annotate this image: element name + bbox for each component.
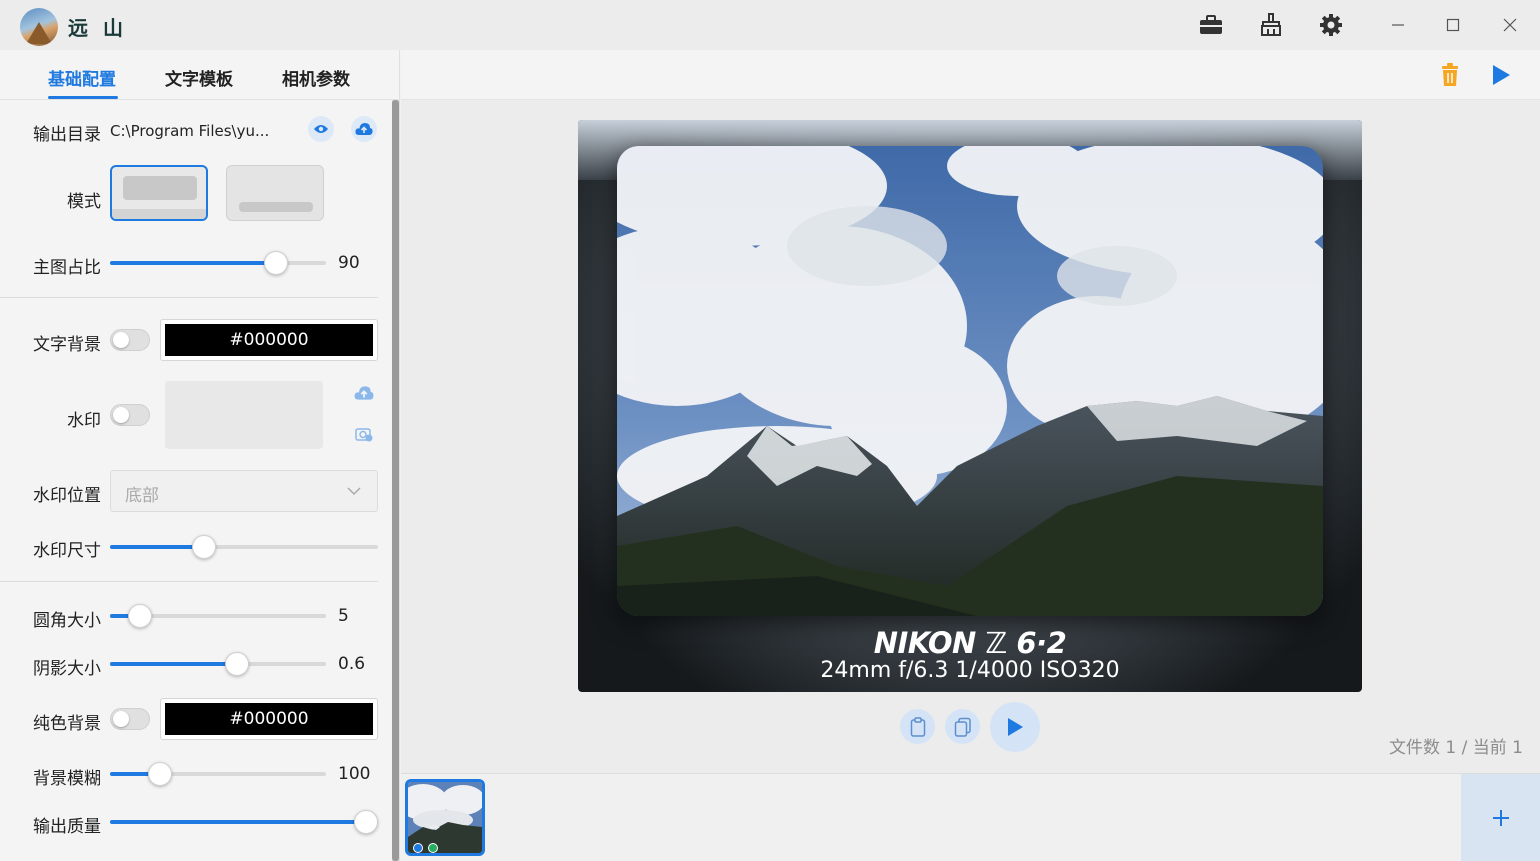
chevron-down-icon xyxy=(347,487,361,496)
watermark-toggle[interactable] xyxy=(110,404,150,426)
toolbox-icon[interactable] xyxy=(1198,12,1224,38)
maximize-button[interactable] xyxy=(1438,10,1468,40)
blur-value: 100 xyxy=(338,764,371,784)
corner-slider[interactable] xyxy=(110,604,326,628)
slider-knob[interactable] xyxy=(191,535,216,559)
slider-knob[interactable] xyxy=(264,251,289,275)
blur-slider[interactable] xyxy=(110,762,326,786)
tab-text-template[interactable]: 文字模板 xyxy=(165,65,233,90)
mode-option-top[interactable] xyxy=(110,165,208,221)
mode-preview-block xyxy=(123,176,197,200)
mode-option-bottom[interactable] xyxy=(226,165,324,221)
mode-label: 模式 xyxy=(67,192,101,212)
main-ratio-slider[interactable] xyxy=(110,251,326,275)
settings-tabs: 基础配置 文字模板 相机参数 xyxy=(0,50,400,100)
camera-settings-icon[interactable] xyxy=(355,426,373,446)
watermark-size-label: 水印尺寸 xyxy=(33,541,101,561)
shadow-slider[interactable] xyxy=(110,652,326,676)
text-bg-toggle[interactable] xyxy=(110,329,150,351)
thumbnail-strip xyxy=(401,773,1540,861)
scrollbar-thumb[interactable] xyxy=(392,100,399,861)
shadow-value: 0.6 xyxy=(338,654,366,674)
add-file-button[interactable] xyxy=(1461,774,1540,861)
watermark-size-slider[interactable] xyxy=(110,535,378,559)
watermark-label: 水印 xyxy=(67,411,101,431)
slider-knob[interactable] xyxy=(128,604,153,628)
watermark-pos-select[interactable]: 底部 xyxy=(110,470,378,512)
settings-scrollbar[interactable] xyxy=(392,100,399,861)
thumbnail-item[interactable] xyxy=(405,779,485,856)
text-bg-color-picker[interactable]: #000000 xyxy=(160,319,378,361)
watermark-pos-value: 底部 xyxy=(125,486,159,506)
solid-bg-color-value: #000000 xyxy=(165,703,373,735)
file-count-status: 文件数 1 / 当前 1 xyxy=(1389,738,1523,758)
paste-button[interactable] xyxy=(900,709,935,744)
section-divider xyxy=(0,581,378,582)
text-bg-label: 文字背景 xyxy=(33,335,101,355)
tab-basic-config[interactable]: 基础配置 xyxy=(48,65,116,90)
mode-preview-strip xyxy=(112,209,206,219)
quality-label: 输出质量 xyxy=(33,817,101,837)
slider-knob[interactable] xyxy=(225,652,250,676)
plus-icon xyxy=(1492,809,1509,826)
trash-icon[interactable] xyxy=(1439,63,1461,91)
slider-fill xyxy=(110,545,204,549)
slider-fill xyxy=(110,662,238,666)
settings-panel: 基础配置 文字模板 相机参数 输出目录 C:\Program Files\yu.… xyxy=(0,50,400,861)
tab-camera-params[interactable]: 相机参数 xyxy=(282,65,350,90)
slider-fill xyxy=(110,261,277,265)
watermark-image-slot[interactable] xyxy=(165,381,323,449)
slider-knob[interactable] xyxy=(354,810,378,834)
clipboard-icon xyxy=(910,716,925,737)
output-dir-label: 输出目录 xyxy=(33,125,101,145)
blur-label: 背景模糊 xyxy=(33,769,101,789)
process-button[interactable] xyxy=(990,702,1040,752)
cloud-upload-icon[interactable] xyxy=(354,385,374,405)
copy-button[interactable] xyxy=(945,709,980,744)
copy-icon xyxy=(954,717,971,737)
solid-bg-label: 纯色背景 xyxy=(33,714,101,734)
active-tab-indicator xyxy=(48,96,118,99)
solid-bg-color-picker[interactable]: #000000 xyxy=(160,698,378,740)
play-icon[interactable] xyxy=(1491,64,1511,90)
camera-params-text: 24mm f/6.3 1/4000 ISO320 xyxy=(820,658,1120,683)
toggle-knob xyxy=(113,332,129,348)
gear-icon[interactable] xyxy=(1318,12,1344,38)
slider-fill xyxy=(110,820,378,824)
status-dot-blue xyxy=(413,843,423,853)
broom-icon[interactable] xyxy=(1258,12,1284,38)
view-output-button[interactable] xyxy=(308,116,334,142)
select-output-button[interactable] xyxy=(351,116,377,142)
preview-toolbar xyxy=(401,50,1540,100)
text-bg-color-value: #000000 xyxy=(165,324,373,356)
output-dir-path: C:\Program Files\yu... xyxy=(110,122,270,140)
section-divider xyxy=(0,297,378,298)
toggle-knob xyxy=(113,407,129,423)
close-button[interactable] xyxy=(1495,10,1525,40)
main-photo xyxy=(617,146,1323,616)
cloud-upload-icon xyxy=(355,123,373,135)
mode-preview-strip xyxy=(239,202,313,212)
title-bar: 远 山 xyxy=(0,0,1540,50)
minimize-button[interactable] xyxy=(1383,10,1413,40)
corner-value: 5 xyxy=(338,606,349,626)
eye-icon xyxy=(314,125,328,133)
watermark-pos-label: 水印位置 xyxy=(33,486,101,506)
status-dot-green xyxy=(428,843,438,853)
app-title: 远 山 xyxy=(68,16,127,40)
play-icon xyxy=(1008,718,1023,736)
solid-bg-toggle[interactable] xyxy=(110,708,150,730)
preview-image: NIKON ℤ 6·2 24mm f/6.3 1/4000 ISO320 xyxy=(578,120,1362,692)
main-ratio-label: 主图占比 xyxy=(33,258,101,278)
main-ratio-value: 90 xyxy=(338,253,360,273)
app-logo xyxy=(20,8,58,46)
slider-knob[interactable] xyxy=(147,762,172,786)
camera-model-text: NIKON ℤ 6·2 xyxy=(873,626,1067,660)
shadow-label: 阴影大小 xyxy=(33,659,101,679)
quality-slider[interactable] xyxy=(110,810,378,834)
toggle-knob xyxy=(113,711,129,727)
corner-label: 圆角大小 xyxy=(33,611,101,631)
